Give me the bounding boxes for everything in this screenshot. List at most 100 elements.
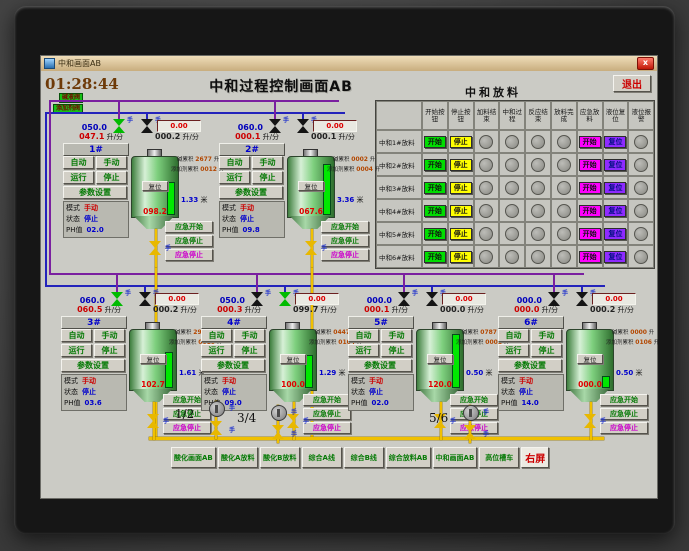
inlet-valve-right[interactable] xyxy=(426,292,438,306)
nav-button-3[interactable]: 酸化B放料 xyxy=(259,447,300,468)
emergency-release-button[interactable]: 开始 xyxy=(578,204,601,217)
start-button[interactable]: 开始 xyxy=(423,158,446,171)
stop-button[interactable]: 停止 xyxy=(449,204,472,217)
auto-button[interactable]: 自动 xyxy=(219,156,250,169)
stop-button[interactable]: 停止 xyxy=(449,250,472,263)
level-reset-button[interactable]: 复位 xyxy=(604,135,627,148)
inlet-valve-left[interactable] xyxy=(113,119,125,133)
inlet-valve-left[interactable] xyxy=(269,119,281,133)
emergency-release-button[interactable]: 开始 xyxy=(578,250,601,263)
run-button[interactable]: 运行 xyxy=(61,344,92,357)
nav-button-4[interactable]: 综合A线 xyxy=(301,447,342,468)
params-button[interactable]: 参数设置 xyxy=(219,186,283,199)
stop-button[interactable]: 停止 xyxy=(531,344,562,357)
params-button[interactable]: 参数设置 xyxy=(201,359,265,372)
close-icon[interactable]: x xyxy=(637,57,654,70)
inlet-valve-right[interactable] xyxy=(141,119,153,133)
manual-button[interactable]: 手动 xyxy=(234,329,265,342)
pump-icon[interactable] xyxy=(463,405,479,421)
run-button[interactable]: 运行 xyxy=(201,344,232,357)
stop-button[interactable]: 停止 xyxy=(252,171,283,184)
tank-reset-button[interactable]: 复位 xyxy=(280,354,306,364)
auto-button[interactable]: 自动 xyxy=(201,329,232,342)
level-reset-button[interactable]: 复位 xyxy=(604,158,627,171)
exit-button[interactable]: 退出 xyxy=(613,75,651,92)
stop-button[interactable]: 停止 xyxy=(449,181,472,194)
start-button[interactable]: 开始 xyxy=(423,135,446,148)
pump-outlet-valve[interactable] xyxy=(210,421,222,435)
level-reset-button[interactable]: 复位 xyxy=(604,204,627,217)
tank-reset-button[interactable]: 复位 xyxy=(298,181,324,191)
run-button[interactable]: 运行 xyxy=(348,344,379,357)
outlet-valve[interactable] xyxy=(147,414,159,428)
params-button[interactable]: 参数设置 xyxy=(61,359,125,372)
stop-button[interactable]: 停止 xyxy=(234,344,265,357)
level-reset-button[interactable]: 复位 xyxy=(604,181,627,194)
auto-button[interactable]: 自动 xyxy=(498,329,529,342)
emergency-stop-button[interactable]: 应急停止 xyxy=(165,235,213,247)
start-button[interactable]: 开始 xyxy=(423,227,446,240)
stop-button[interactable]: 停止 xyxy=(96,171,127,184)
emergency-stop-button[interactable]: 应急停止 xyxy=(600,408,648,420)
run-button[interactable]: 运行 xyxy=(498,344,529,357)
tank-reset-button[interactable]: 复位 xyxy=(577,354,603,364)
nav-button-1[interactable]: 酸化画面AB xyxy=(171,447,216,468)
level-reset-button[interactable]: 复位 xyxy=(604,250,627,263)
inlet-valve-left[interactable] xyxy=(548,292,560,306)
inlet-valve-left[interactable] xyxy=(251,292,263,306)
inlet-valve-right[interactable] xyxy=(139,292,151,306)
manual-button[interactable]: 手动 xyxy=(252,156,283,169)
stop-button[interactable]: 停止 xyxy=(381,344,412,357)
start-button[interactable]: 开始 xyxy=(423,181,446,194)
nav-button-6[interactable]: 综合放料AB xyxy=(385,447,431,468)
manual-button[interactable]: 手动 xyxy=(94,329,125,342)
emergency-release-button[interactable]: 开始 xyxy=(578,135,601,148)
manual-button[interactable]: 手动 xyxy=(96,156,127,169)
emergency-stop-button[interactable]: 应急停止 xyxy=(321,235,369,247)
run-button[interactable]: 运行 xyxy=(63,171,94,184)
params-button[interactable]: 参数设置 xyxy=(498,359,562,372)
emergency-release-button[interactable]: 开始 xyxy=(578,227,601,240)
emergency-start-button[interactable]: 应急开始 xyxy=(321,221,369,233)
manual-button[interactable]: 手动 xyxy=(381,329,412,342)
tank-reset-button[interactable]: 复位 xyxy=(142,181,168,191)
tank-reset-button[interactable]: 复位 xyxy=(427,354,453,364)
params-button[interactable]: 参数设置 xyxy=(348,359,412,372)
pump-outlet-valve[interactable] xyxy=(272,425,284,439)
pump-icon[interactable] xyxy=(271,405,287,421)
manual-button[interactable]: 手动 xyxy=(531,329,562,342)
emergency-start-button[interactable]: 应急开始 xyxy=(165,221,213,233)
start-button[interactable]: 开始 xyxy=(423,204,446,217)
stop-button[interactable]: 停止 xyxy=(94,344,125,357)
auto-button[interactable]: 自动 xyxy=(63,156,94,169)
nav-button-5[interactable]: 综合B线 xyxy=(343,447,384,468)
emergency-stop-indicator[interactable]: 应急停止 xyxy=(165,249,213,261)
nav-button-2[interactable]: 酸化A放料 xyxy=(217,447,258,468)
stop-button[interactable]: 停止 xyxy=(449,135,472,148)
stop-button[interactable]: 停止 xyxy=(449,158,472,171)
emergency-stop-indicator[interactable]: 应急停止 xyxy=(600,422,648,434)
run-button[interactable]: 运行 xyxy=(219,171,250,184)
emergency-stop-indicator[interactable]: 应急停止 xyxy=(321,249,369,261)
outlet-valve[interactable] xyxy=(305,241,317,255)
auto-button[interactable]: 自动 xyxy=(348,329,379,342)
pump-outlet-valve[interactable] xyxy=(464,425,476,439)
pump-icon[interactable] xyxy=(209,401,225,417)
nav-button-8[interactable]: 高位槽车 xyxy=(479,447,520,468)
inlet-valve-right[interactable] xyxy=(279,292,291,306)
inlet-valve-left[interactable] xyxy=(111,292,123,306)
params-button[interactable]: 参数设置 xyxy=(63,186,127,199)
inlet-valve-right[interactable] xyxy=(576,292,588,306)
inlet-valve-left[interactable] xyxy=(398,292,410,306)
outlet-valve[interactable] xyxy=(584,414,596,428)
emergency-start-button[interactable]: 应急开始 xyxy=(600,394,648,406)
emergency-release-button[interactable]: 开始 xyxy=(578,181,601,194)
stop-button[interactable]: 停止 xyxy=(449,227,472,240)
start-button[interactable]: 开始 xyxy=(423,250,446,263)
inlet-valve-right[interactable] xyxy=(297,119,309,133)
nav-button-9[interactable]: 右屏 xyxy=(521,447,550,468)
tank-reset-button[interactable]: 复位 xyxy=(140,354,166,364)
auto-button[interactable]: 自动 xyxy=(61,329,92,342)
level-reset-button[interactable]: 复位 xyxy=(604,227,627,240)
nav-button-7[interactable]: 中和画面AB xyxy=(432,447,478,468)
